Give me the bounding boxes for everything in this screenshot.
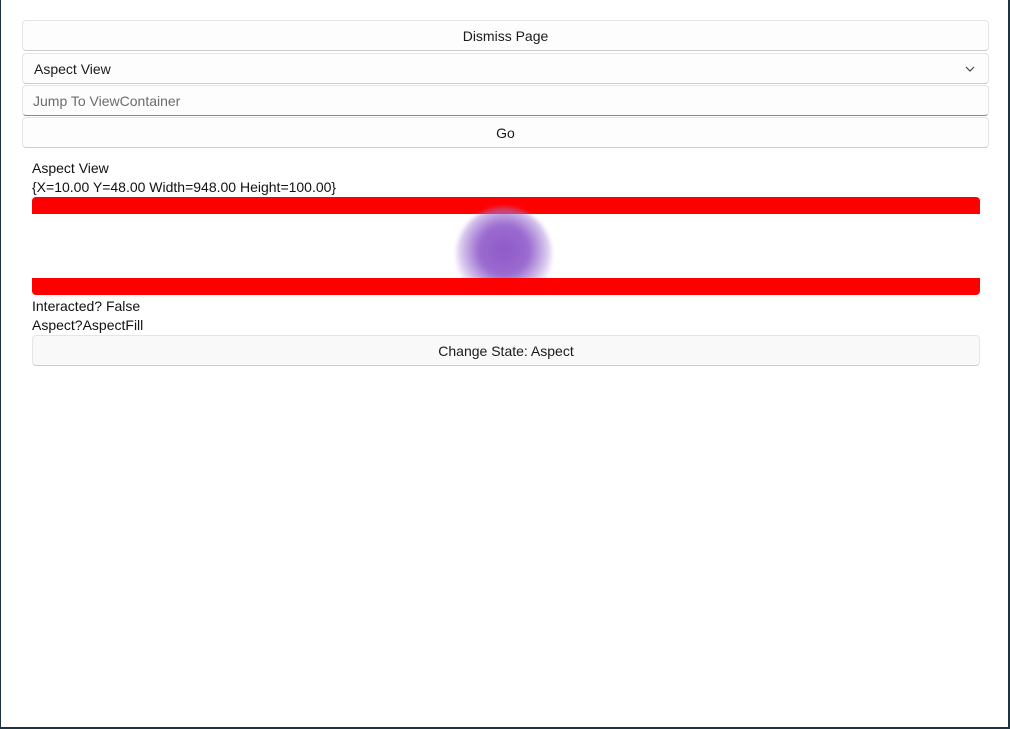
view-picker-value: Aspect View <box>34 60 111 77</box>
change-state-label: Change State: Aspect <box>438 342 574 359</box>
chevron-down-icon <box>965 66 975 72</box>
go-label: Go <box>496 124 515 141</box>
go-button[interactable]: Go <box>22 117 989 148</box>
interacted-status: Interacted? False <box>32 298 141 314</box>
jump-to-viewcontainer-field[interactable] <box>22 85 989 116</box>
app-window: Dismiss Page Aspect View Go Aspect View … <box>1 0 1008 727</box>
aspect-status: Aspect?AspectFill <box>32 317 144 333</box>
view-title: Aspect View <box>32 160 109 176</box>
dismiss-page-button[interactable]: Dismiss Page <box>22 20 989 51</box>
view-bounds: {X=10.00 Y=48.00 Width=948.00 Height=100… <box>32 179 337 195</box>
change-state-button[interactable]: Change State: Aspect <box>32 335 980 366</box>
jump-to-viewcontainer-input[interactable] <box>33 92 988 109</box>
view-picker[interactable]: Aspect View <box>22 53 989 84</box>
dismiss-page-label: Dismiss Page <box>462 27 549 44</box>
aspect-view[interactable] <box>32 197 980 295</box>
letterbox-bottom-bar <box>32 278 980 295</box>
